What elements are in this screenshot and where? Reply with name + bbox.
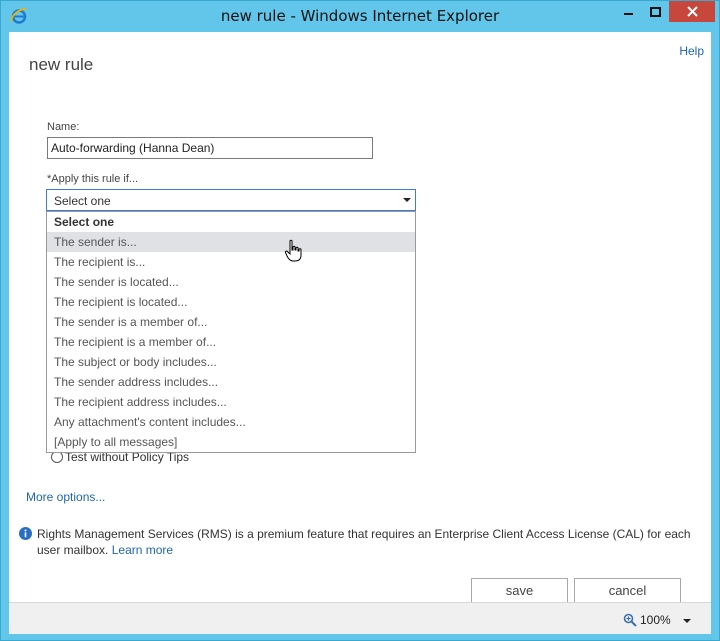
more-options-link[interactable]: More options... (26, 490, 105, 504)
name-label: Name: (47, 121, 80, 133)
minimize-icon (623, 12, 633, 15)
zoom-dropdown-chevron-icon[interactable] (683, 619, 691, 623)
zoom-level: 100% (640, 613, 671, 627)
close-button[interactable] (669, 1, 715, 22)
dropdown-option[interactable]: The sender is located... (47, 272, 415, 292)
dropdown-option[interactable]: The recipient is a member of... (47, 332, 415, 352)
maximize-button[interactable] (642, 1, 669, 22)
help-link[interactable]: Help (679, 44, 704, 58)
title-bar[interactable]: new rule - Windows Internet Explorer (1, 1, 719, 32)
dropdown-option[interactable]: The recipient is located... (47, 292, 415, 312)
rms-info: Rights Management Services (RMS) is a pr… (19, 526, 703, 558)
name-input[interactable] (47, 137, 373, 159)
window-title: new rule - Windows Internet Explorer (220, 7, 500, 25)
apply-rule-select[interactable]: Select one (46, 189, 416, 211)
apply-rule-selected-value: Select one (54, 194, 111, 208)
dropdown-option[interactable]: [Apply to all messages] (47, 432, 415, 452)
chevron-down-icon (403, 198, 411, 202)
browser-window: new rule - Windows Internet Explorer Hel… (0, 0, 720, 641)
dropdown-option[interactable]: The recipient address includes... (47, 392, 415, 412)
zoom-control[interactable]: 100% (623, 613, 671, 627)
page-title: new rule (29, 55, 94, 74)
dropdown-option-hovered[interactable]: The sender is... (47, 232, 415, 252)
dropdown-option[interactable]: Select one (47, 212, 415, 232)
dropdown-option[interactable]: The recipient is... (47, 252, 415, 272)
status-bar: 100% (9, 602, 711, 634)
dropdown-option[interactable]: The sender address includes... (47, 372, 415, 392)
maximize-icon (650, 6, 661, 17)
cancel-button[interactable]: cancel (574, 578, 681, 603)
info-icon (19, 527, 32, 540)
hand-cursor-icon (284, 239, 302, 262)
save-button[interactable]: save (471, 578, 568, 603)
apply-rule-dropdown-list: Select one The sender is... The recipien… (46, 211, 416, 453)
page-content: Help new rule Name: *Apply this rule if.… (9, 32, 711, 603)
dropdown-option[interactable]: Any attachment's content includes... (47, 412, 415, 432)
dropdown-option[interactable]: The sender is a member of... (47, 312, 415, 332)
dropdown-option[interactable]: The subject or body includes... (47, 352, 415, 372)
learn-more-link[interactable]: Learn more (112, 543, 173, 557)
apply-rule-label: *Apply this rule if... (47, 173, 139, 185)
minimize-button[interactable] (615, 1, 642, 22)
close-icon (686, 6, 698, 17)
zoom-magnifier-icon (623, 613, 637, 627)
